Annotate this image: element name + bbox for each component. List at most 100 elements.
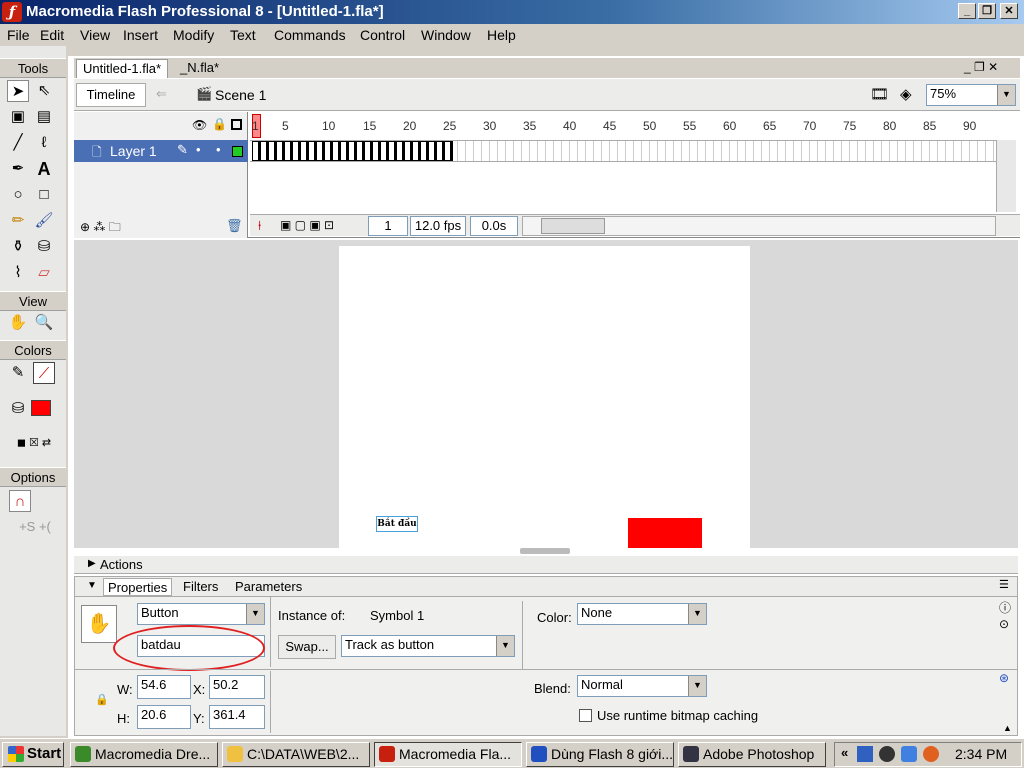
menu-file[interactable]: File (7, 27, 30, 43)
eyedropper-tool-icon[interactable]: ⌇ (7, 262, 29, 284)
frame-row[interactable] (250, 140, 996, 162)
timeline-hscroll[interactable] (522, 216, 996, 236)
tab-properties[interactable]: Properties (103, 578, 173, 596)
edit-scene-icon[interactable]: 🎞 (870, 85, 889, 103)
minimize-button[interactable]: _ (958, 3, 976, 19)
task-photoshop[interactable]: Adobe Photoshop (678, 742, 826, 767)
selection-tool-icon[interactable]: ➤ (7, 80, 29, 102)
outline-color-icon[interactable] (232, 146, 243, 157)
free-transform-tool-icon[interactable]: ▣ (7, 106, 29, 128)
x-input[interactable]: 50.2 (209, 675, 265, 699)
lasso-tool-icon[interactable]: ℓ (33, 132, 55, 154)
constrain-lock-icon[interactable]: 🔒 (95, 693, 109, 706)
fps-field[interactable]: 12.0 fps (410, 216, 466, 236)
menu-view[interactable]: View (80, 27, 110, 43)
line-tool-icon[interactable]: ╱ (7, 132, 29, 154)
menu-edit[interactable]: Edit (40, 27, 64, 43)
swap-colors-icon[interactable]: ◼ ☒ ⇄ (6, 432, 62, 454)
text-tool-icon[interactable]: A (33, 158, 55, 180)
tab-parameters[interactable]: Parameters (235, 579, 302, 594)
height-input[interactable]: 20.6 (137, 705, 191, 729)
red-rectangle[interactable] (628, 518, 702, 548)
eye-icon[interactable]: 👁 (192, 118, 207, 132)
hscroll-thumb[interactable] (541, 218, 605, 234)
task-dreamweaver[interactable]: Macromedia Dre... (70, 742, 218, 767)
chevron-down-icon[interactable]: ▼ (688, 604, 706, 624)
menu-commands[interactable]: Commands (274, 27, 346, 43)
timeline-toggle-button[interactable]: Timeline (76, 83, 146, 107)
chevron-down-icon[interactable]: ▼ (496, 636, 514, 656)
hand-tool-icon[interactable]: ✋ (7, 312, 29, 334)
tab-untitled-1[interactable]: Untitled-1.fla* (76, 59, 169, 78)
menu-help[interactable]: Help (487, 27, 516, 43)
maximize-button[interactable]: ❐ (978, 3, 996, 19)
lock-icon[interactable]: 🔒 (212, 117, 227, 131)
menu-text[interactable]: Text (230, 27, 256, 43)
tray-expand-icon[interactable]: « (841, 745, 848, 760)
chevron-down-icon[interactable]: ▼ (688, 676, 706, 696)
menu-control[interactable]: Control (360, 27, 405, 43)
expand-arrow-icon[interactable]: ▼ (87, 580, 97, 591)
paint-bucket-tool-icon[interactable]: ⛁ (33, 236, 55, 258)
task-explorer[interactable]: C:\DATA\WEB\2... (222, 742, 370, 767)
edit-symbols-icon[interactable]: ◈ (900, 85, 912, 103)
rectangle-tool-icon[interactable]: □ (33, 184, 55, 206)
keyframes[interactable] (252, 141, 453, 161)
eraser-tool-icon[interactable]: ▱ (33, 262, 55, 284)
close-button[interactable]: ✕ (1000, 3, 1018, 19)
zoom-tool-icon[interactable]: 🔍 (33, 312, 55, 334)
center-frame-icon[interactable]: ⍿ (258, 218, 261, 234)
brush-tool-icon[interactable]: 🖌 (33, 210, 55, 232)
stage[interactable]: Bắt đầu (339, 246, 750, 548)
bitmap-caching-checkbox[interactable] (579, 709, 592, 722)
ink-bottle-tool-icon[interactable]: ⚱ (7, 236, 29, 258)
color-effect-select[interactable]: None ▼ (577, 603, 707, 625)
stroke-color-icon[interactable]: ✎ (7, 362, 29, 384)
help-icon[interactable]: ⓘ (999, 599, 1011, 616)
antivirus-icon[interactable] (923, 746, 939, 762)
blend-select[interactable]: Normal ▼ (577, 675, 707, 697)
outline-icon[interactable] (231, 119, 242, 130)
snap-magnet-icon[interactable]: ∩ (9, 490, 31, 512)
chevron-down-icon[interactable]: ▼ (246, 604, 264, 624)
visible-dot-icon[interactable]: • (196, 142, 201, 157)
oval-tool-icon[interactable]: ○ (7, 184, 29, 206)
accessibility-icon[interactable]: ⊛ (999, 671, 1009, 685)
panel-menu-icon[interactable]: ☰ (999, 578, 1009, 591)
panel-resize-handle[interactable] (520, 548, 570, 554)
subselection-tool-icon[interactable]: ⇖ (33, 80, 55, 102)
start-button[interactable]: Start (2, 742, 64, 767)
onion-skin-icons[interactable]: ▣ ▢ ▣ ⊡ (280, 218, 334, 232)
traffic-light-icon[interactable] (879, 746, 895, 762)
swap-button[interactable]: Swap... (278, 635, 336, 659)
width-input[interactable]: 54.6 (137, 675, 191, 699)
insert-layer-icons[interactable]: ⊕ ⁂ 🗀 (80, 218, 121, 239)
bat-dau-button[interactable]: Bắt đầu (376, 516, 418, 532)
menu-insert[interactable]: Insert (123, 27, 158, 43)
layer-row[interactable]: 🗋 Layer 1 ✎ • • (74, 140, 248, 162)
back-arrow-icon[interactable]: ⇐ (156, 86, 167, 102)
task-word[interactable]: Dùng Flash 8 giới... (526, 742, 674, 767)
smooth-straighten-icon[interactable]: +S +( (7, 516, 63, 538)
fill-color-icon[interactable]: ⛁ (7, 398, 29, 420)
menu-window[interactable]: Window (421, 27, 471, 43)
doc-window-controls[interactable]: _ ❐ ✕ (964, 60, 998, 74)
symbol-type-select[interactable]: Button ▼ (137, 603, 265, 625)
lock-dot-icon[interactable]: • (216, 142, 221, 157)
menu-modify[interactable]: Modify (173, 27, 214, 43)
pencil-tool-icon[interactable]: ✏ (7, 210, 29, 232)
shield-icon[interactable] (901, 746, 917, 762)
collapse-arrow-icon[interactable]: ▶ (88, 558, 96, 569)
network-icon[interactable] (857, 746, 873, 762)
actions-panel-bar[interactable]: ▶ Actions (74, 556, 1018, 574)
trash-icon[interactable]: 🗑 (226, 218, 243, 234)
behavior-select[interactable]: Track as button ▼ (341, 635, 515, 657)
chevron-down-icon[interactable]: ▼ (997, 85, 1015, 105)
fill-color-swatch[interactable] (31, 400, 51, 416)
stroke-color-swatch[interactable]: ⟋ (33, 362, 55, 384)
tab-n-fla[interactable]: _N.fla* (174, 59, 225, 78)
collapse-icon[interactable]: ▲ (1003, 723, 1012, 733)
zoom-select[interactable]: 75% ▼ (926, 84, 1016, 106)
task-flash[interactable]: Macromedia Fla... (374, 742, 522, 767)
fill-transform-tool-icon[interactable]: ▤ (33, 106, 55, 128)
